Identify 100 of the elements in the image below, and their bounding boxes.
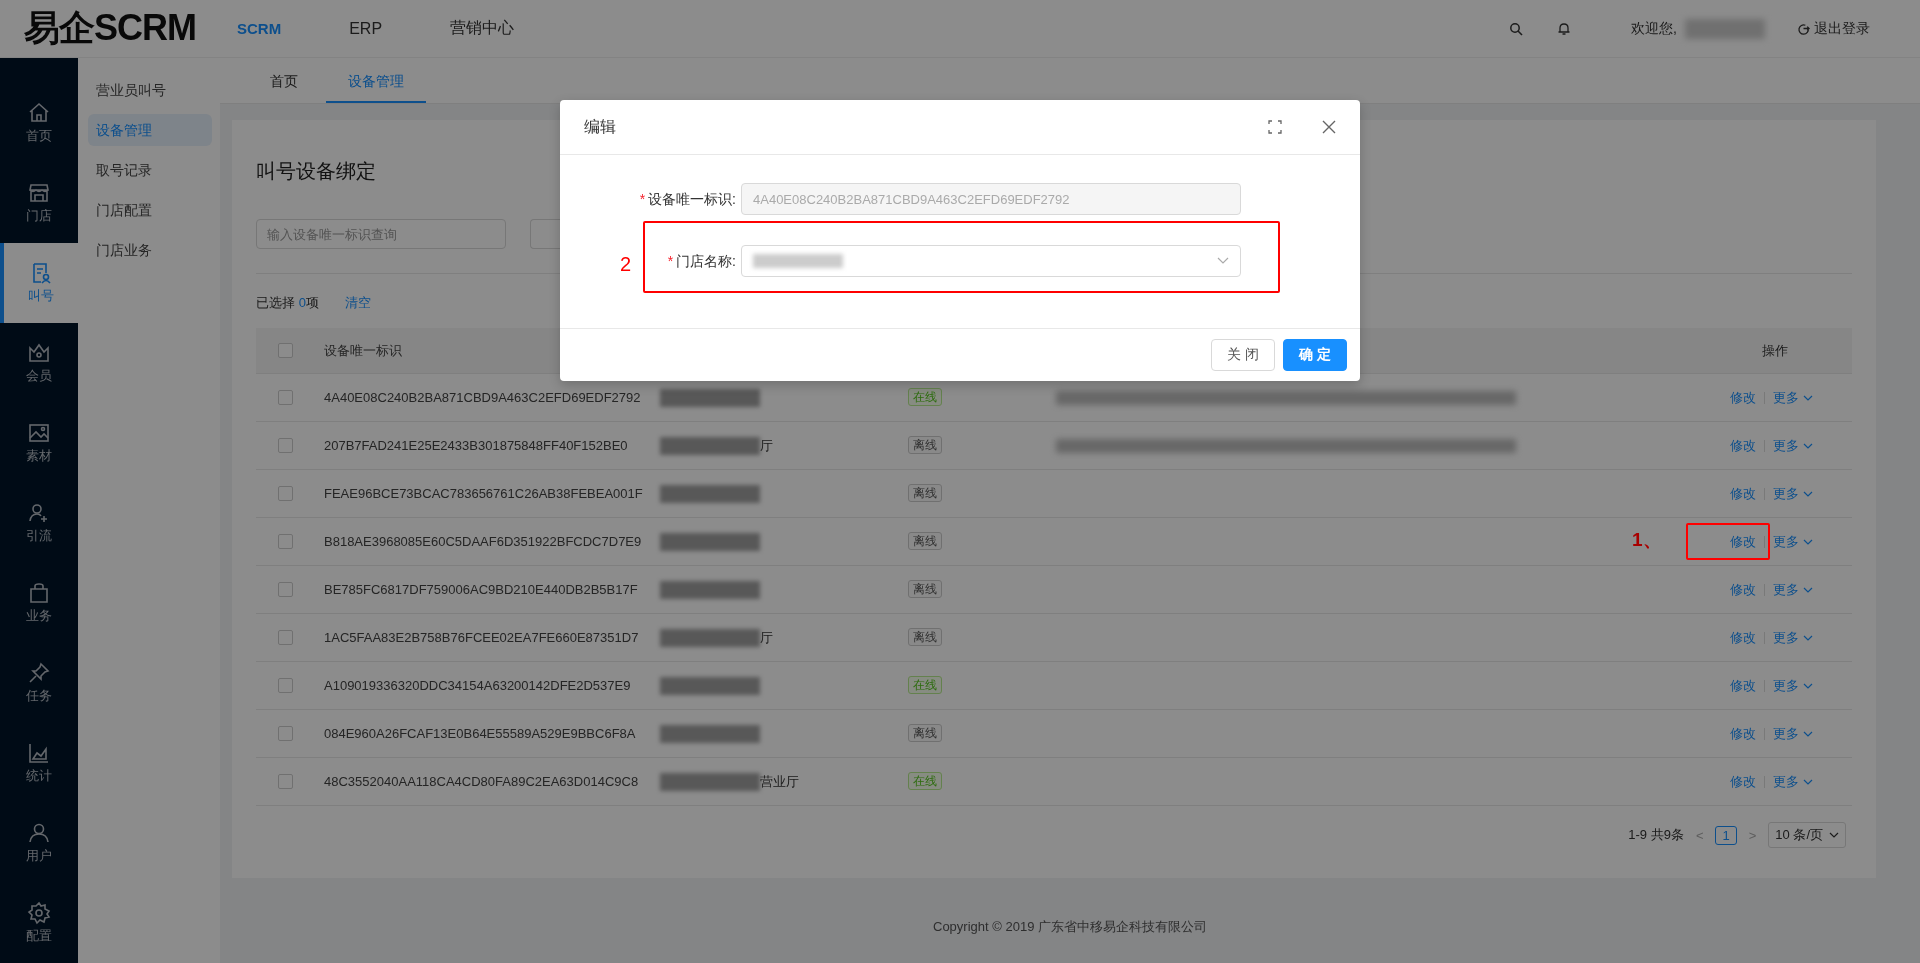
confirm-button[interactable]: 确 定 — [1283, 339, 1347, 371]
table-cell-text: FEAE96BCE73BCAC783656761C26AB38FEBEA001F — [323, 486, 644, 501]
more-dropdown[interactable]: 更多 — [1773, 628, 1813, 647]
bag-icon — [27, 581, 51, 605]
more-dropdown[interactable]: 更多 — [1773, 580, 1813, 599]
caret-icon — [1803, 442, 1813, 449]
edit-link[interactable]: 修改 — [1730, 436, 1756, 455]
store-icon — [27, 181, 51, 205]
rail-item[interactable]: 会员 — [0, 323, 78, 403]
edit-link[interactable]: 修改 — [1730, 388, 1756, 407]
fullscreen-icon[interactable] — [1268, 120, 1282, 134]
edit-link[interactable]: 修改 — [1730, 484, 1756, 503]
table-cell-text: A109019336320DDC34154A63200142DFE2D537E9 — [323, 678, 632, 693]
status-tag: 离线 — [908, 532, 942, 550]
edit-link[interactable]: 修改 — [1730, 532, 1756, 551]
page-tab[interactable]: 首页 — [248, 58, 320, 103]
pagination-summary: 1-9 共9条 — [1628, 826, 1684, 844]
rail-item[interactable]: 任务 — [0, 643, 78, 723]
more-dropdown[interactable]: 更多 — [1773, 772, 1813, 791]
checkbox[interactable] — [278, 438, 293, 453]
bell-icon[interactable] — [1557, 21, 1572, 36]
subnav-item[interactable]: 设备管理 — [88, 114, 212, 146]
more-dropdown[interactable]: 更多 — [1773, 676, 1813, 695]
page-size-select[interactable]: 10 条/页 — [1768, 822, 1846, 848]
page-number[interactable]: 1 — [1715, 825, 1737, 845]
edit-link[interactable]: 修改 — [1730, 580, 1756, 599]
close-button[interactable]: 关 闭 — [1211, 339, 1276, 371]
page-tab[interactable]: 设备管理 — [326, 58, 426, 103]
checkbox[interactable] — [278, 678, 293, 693]
edit-link[interactable]: 修改 — [1730, 724, 1756, 743]
clear-link[interactable]: 清空 — [344, 294, 371, 312]
checkbox[interactable] — [278, 774, 293, 789]
status-tag: 在线 — [908, 676, 942, 694]
table-cell-text: 207B7FAD241E25E2433B301875848FF40F152BE0 — [323, 438, 629, 453]
rail-item[interactable]: 素材 — [0, 403, 78, 483]
caret-icon — [1803, 634, 1813, 641]
edit-link[interactable]: 修改 — [1730, 772, 1756, 791]
more-dropdown[interactable]: 更多 — [1773, 724, 1813, 743]
more-dropdown[interactable]: 更多 — [1773, 484, 1813, 503]
nav-tab[interactable]: SCRM — [203, 18, 316, 39]
selection-count: 已选择 0项 — [256, 294, 319, 312]
status-tag: 离线 — [908, 724, 942, 742]
status-tag: 离线 — [908, 436, 942, 454]
store-select[interactable] — [741, 245, 1241, 277]
table-cell-text: 1AC5FAA83E2B758B76FCEE02EA7FE660E87351D7 — [323, 630, 640, 645]
subnav-item[interactable]: 门店业务 — [88, 234, 212, 266]
edit-link[interactable]: 修改 — [1730, 628, 1756, 647]
rail-item[interactable]: 引流 — [0, 483, 78, 563]
table-cell-text: B818AE3968085E60C5DAAF6D351922BFCDC7D7E9 — [323, 534, 643, 549]
status-tag: 在线 — [908, 388, 942, 406]
table-cell-text: 084E960A26FCAF13E0B64E55589A529E9BBC6F8A — [323, 726, 637, 741]
search-icon[interactable] — [1509, 21, 1524, 36]
checkbox[interactable] — [278, 534, 293, 549]
rail-item[interactable]: 配置 — [0, 883, 78, 963]
checkbox[interactable] — [278, 486, 293, 501]
caret-icon — [1803, 538, 1813, 545]
status-tag: 离线 — [908, 580, 942, 598]
subnav-item[interactable]: 取号记录 — [88, 154, 212, 186]
checkbox[interactable] — [278, 726, 293, 741]
more-dropdown[interactable]: 更多 — [1773, 532, 1813, 551]
checkbox[interactable] — [278, 390, 293, 405]
close-icon[interactable] — [1322, 120, 1336, 134]
caret-icon — [1803, 730, 1813, 737]
table-cell-text: 48C3552040AA118CA4CD80FA89C2EA63D014C9C8 — [323, 774, 640, 789]
caret-icon — [1803, 490, 1813, 497]
search-field[interactable] — [530, 219, 560, 249]
rail-item[interactable]: 首页 — [0, 83, 78, 163]
field-label: * 设备唯一标识: — [639, 190, 736, 207]
column-header: 操作 — [1761, 341, 1789, 360]
status-tag: 离线 — [908, 484, 942, 502]
page-title: 叫号设备绑定 — [256, 159, 377, 184]
subnav-item[interactable]: 营业员叫号 — [88, 74, 212, 106]
rail-item[interactable]: 统计 — [0, 723, 78, 803]
checkbox[interactable] — [278, 630, 293, 645]
caret-icon — [1803, 586, 1813, 593]
next-page[interactable]: > — [1748, 827, 1757, 843]
rail-item[interactable]: 门店 — [0, 163, 78, 243]
rail-item[interactable]: 叫号 — [0, 243, 78, 323]
annotation-label: 1、 — [1632, 530, 1662, 549]
annotation-label: 2 — [620, 254, 632, 274]
table-cell-text: BE785FC6817DF759006AC9BD210E440DB2B5B17F — [323, 582, 639, 597]
nav-tab[interactable]: 营销中心 — [416, 18, 549, 39]
checkbox[interactable] — [278, 343, 293, 358]
edit-link[interactable]: 修改 — [1730, 676, 1756, 695]
copyright-text: Copyright © 2019 广东省中移易企科技有限公司 — [933, 919, 1207, 934]
nav-tab[interactable]: ERP — [315, 18, 417, 39]
more-dropdown[interactable]: 更多 — [1773, 436, 1813, 455]
table-cell: 厅 — [760, 436, 773, 455]
rail-item[interactable]: 业务 — [0, 563, 78, 643]
image-icon — [27, 421, 51, 445]
rail-item[interactable]: 用户 — [0, 803, 78, 883]
more-dropdown[interactable]: 更多 — [1773, 388, 1813, 407]
welcome-text: 欢迎您, — [1631, 19, 1677, 38]
prev-page[interactable]: < — [1695, 827, 1704, 843]
logout-link[interactable]: 退出登录 — [1797, 19, 1870, 38]
checkbox[interactable] — [278, 582, 293, 597]
caret-icon — [1803, 682, 1813, 689]
table-cell: 营业厅 — [760, 772, 799, 791]
field-label: * 门店名称: — [667, 252, 736, 269]
subnav-item[interactable]: 门店配置 — [88, 194, 212, 226]
